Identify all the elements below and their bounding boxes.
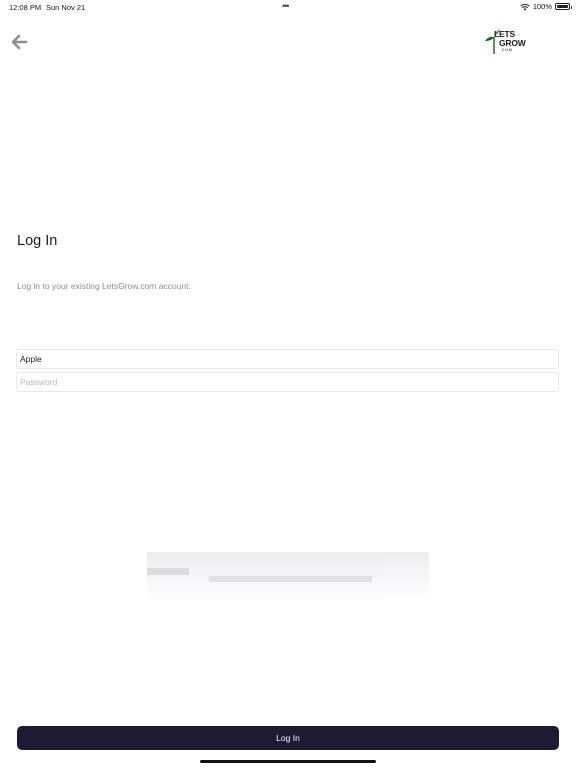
home-indicator[interactable] <box>200 760 376 763</box>
arrow-left-icon <box>11 34 28 50</box>
status-date: Sun Nov 21 <box>46 3 86 12</box>
loading-placeholder-bar <box>147 568 189 575</box>
page-title: Log In <box>17 233 58 249</box>
username-field[interactable] <box>16 349 559 369</box>
battery-icon <box>555 3 572 10</box>
status-time: 12:08 PM <box>9 3 42 12</box>
multitasking-dots-icon[interactable]: ••• <box>282 1 290 11</box>
logo-text-com: .COM <box>500 47 513 52</box>
loading-placeholder-bar <box>209 576 372 582</box>
battery-percent: 100% <box>532 2 552 11</box>
wifi-icon <box>520 3 530 11</box>
password-field[interactable] <box>16 372 559 392</box>
login-button[interactable]: Log In <box>17 726 559 750</box>
page-subtitle: Log in to your existing LetsGrow.com acc… <box>17 281 191 291</box>
login-screen: 12:08 PM Sun Nov 21 ••• 100% LETS GROW .… <box>0 0 576 768</box>
battery-fill <box>557 5 568 8</box>
status-bar: 12:08 PM Sun Nov 21 ••• 100% <box>0 0 576 14</box>
status-indicators: 100% <box>520 2 572 11</box>
back-button[interactable] <box>8 32 30 52</box>
loading-overlay <box>147 552 429 604</box>
letsgrow-logo: LETS GROW .COM <box>482 26 532 56</box>
